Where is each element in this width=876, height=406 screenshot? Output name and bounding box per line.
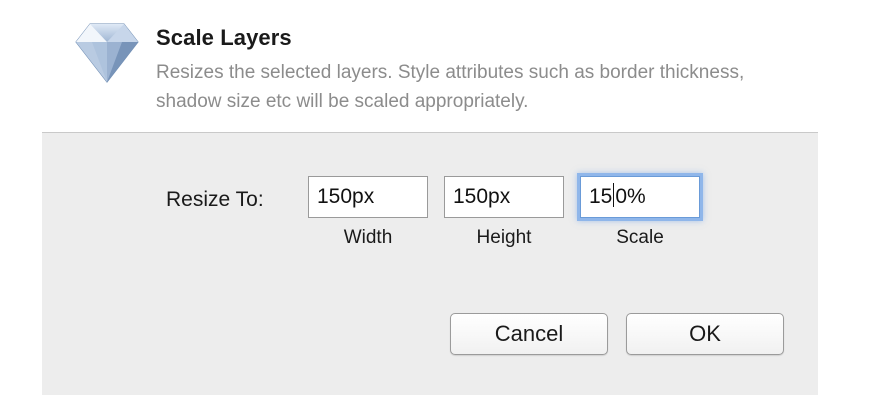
width-input[interactable]: 150px	[308, 176, 428, 218]
height-input[interactable]: 150px	[444, 176, 564, 218]
scale-input[interactable]: 15 0%	[580, 176, 700, 218]
cancel-button[interactable]: Cancel	[450, 313, 608, 355]
dialog-description: Resizes the selected layers. Style attri…	[156, 62, 745, 112]
width-label: Width	[343, 227, 393, 248]
dialog-header: Scale Layers Resizes the selected layers…	[0, 0, 876, 132]
dialog-title: Scale Layers	[156, 25, 292, 50]
dialog-body: Resize To: 150px 150px 15 0% Width Height…	[42, 132, 818, 395]
height-label: Height	[476, 227, 532, 248]
resize-to-label: Resize To:	[166, 188, 264, 211]
scale-input-text-before-caret: 15	[589, 185, 613, 208]
scale-input-text-after-caret: 0%	[615, 185, 646, 208]
scale-label: Scale	[616, 227, 664, 248]
ok-button[interactable]: OK	[626, 313, 784, 355]
sketch-diamond-icon	[75, 23, 139, 83]
